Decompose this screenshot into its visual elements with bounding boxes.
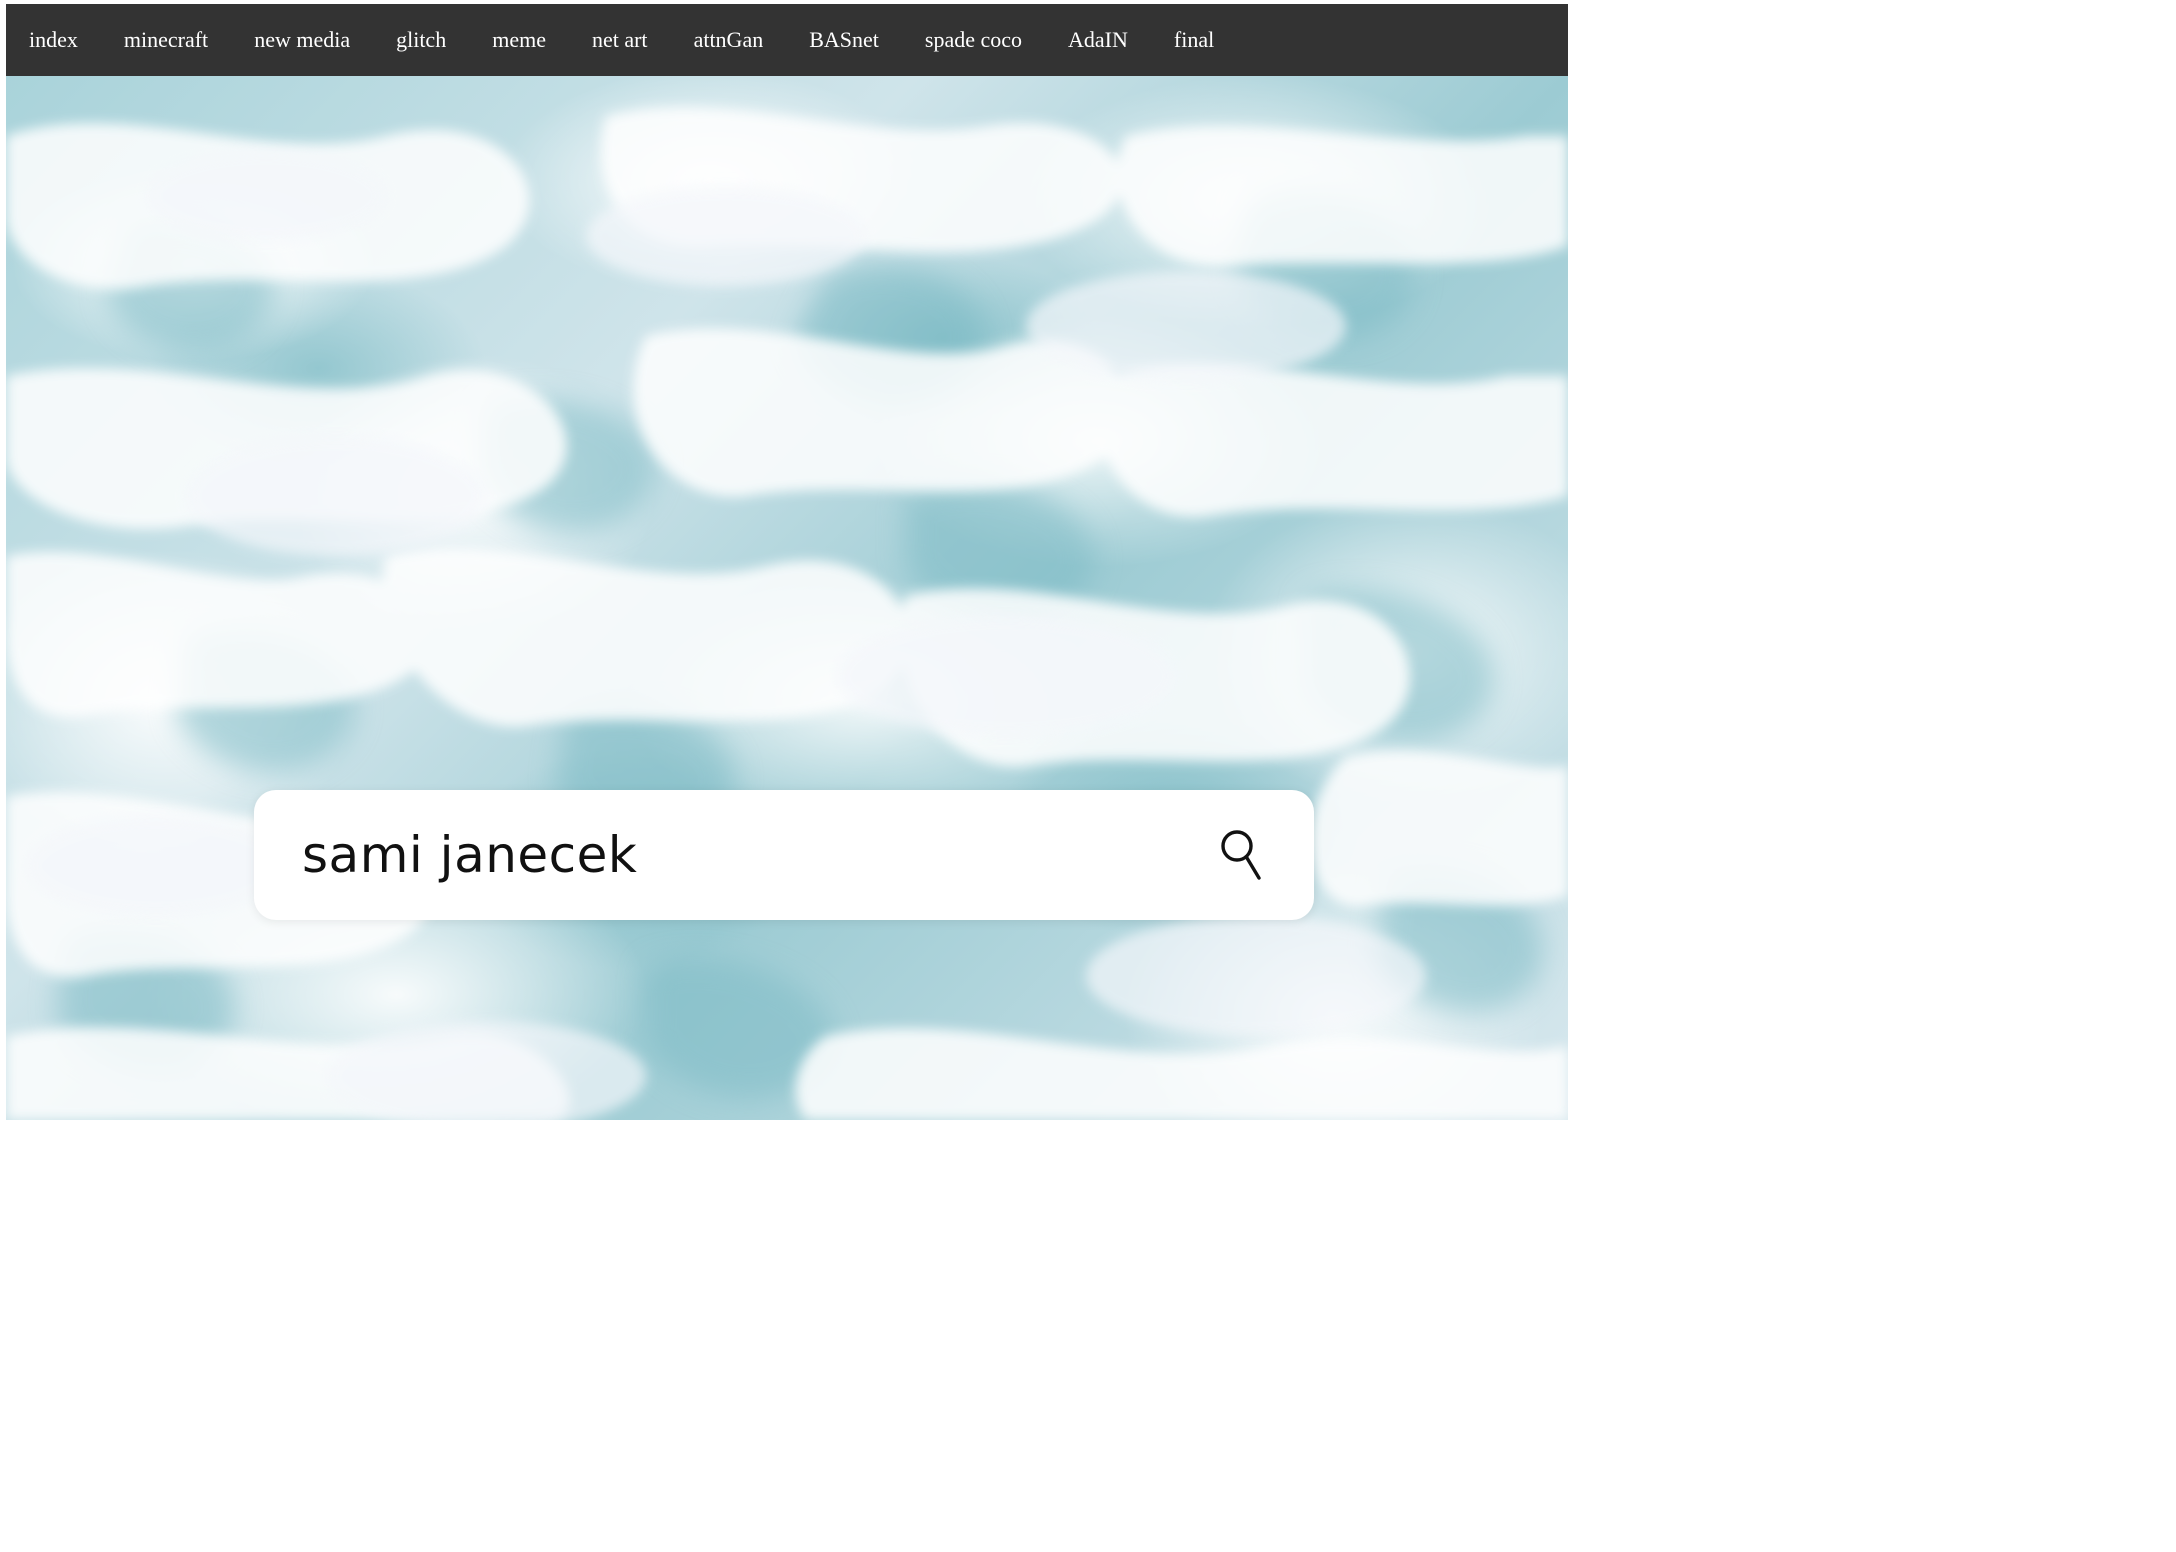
nav-link-index[interactable]: index [6,4,101,76]
nav-link-glitch[interactable]: glitch [373,4,469,76]
hero-image-sea-foam: sami janecek [6,76,1568,1120]
nav-link-new-media[interactable]: new media [231,4,373,76]
sea-foam-texture [6,107,1568,1120]
search-icon[interactable] [1218,827,1266,883]
nav-link-meme[interactable]: meme [469,4,569,76]
nav-link-final[interactable]: final [1151,4,1237,76]
nav-link-attngan[interactable]: attnGan [671,4,787,76]
search-bar[interactable]: sami janecek [254,790,1314,920]
page-frame: index minecraft new media glitch meme ne… [6,4,1568,1120]
nav-link-minecraft[interactable]: minecraft [101,4,231,76]
nav-link-net-art[interactable]: net art [569,4,671,76]
search-query-text: sami janecek [302,826,638,884]
magnifier-glyph [1221,830,1261,880]
nav-link-spade-coco[interactable]: spade coco [902,4,1045,76]
nav-link-basnet[interactable]: BASnet [786,4,902,76]
top-navbar: index minecraft new media glitch meme ne… [6,4,1568,76]
nav-link-adain[interactable]: AdaIN [1045,4,1151,76]
